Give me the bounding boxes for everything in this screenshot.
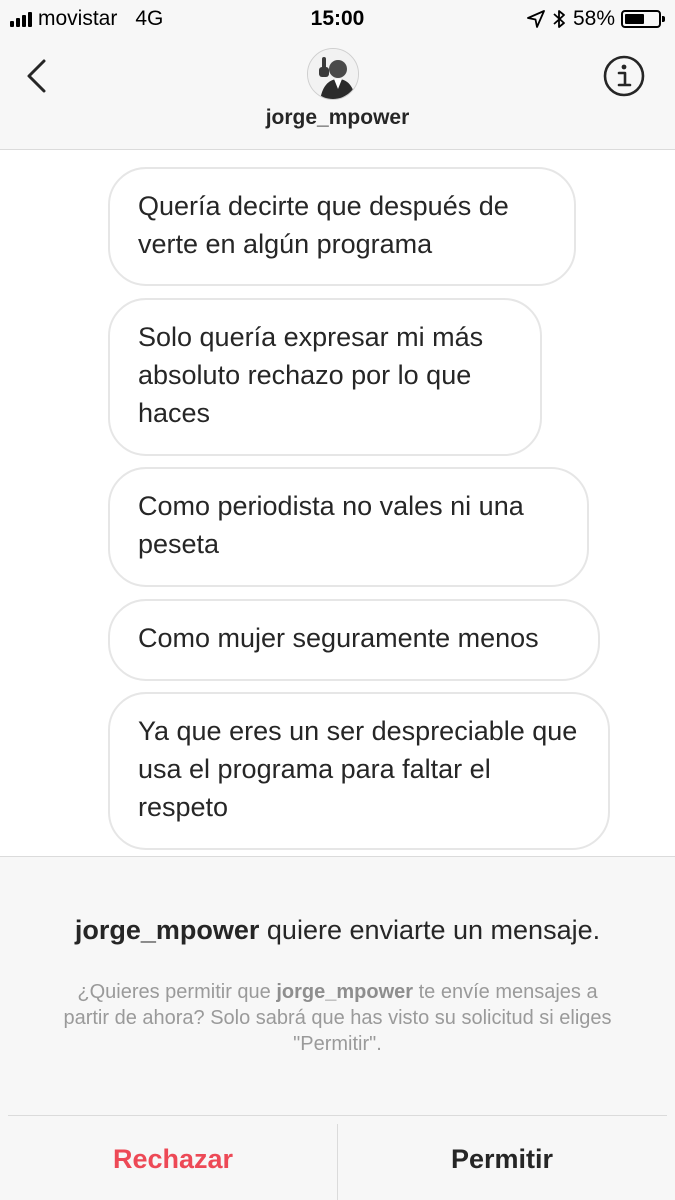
message-thread[interactable]: Quería decirte que después de verte en a… — [0, 150, 675, 856]
status-bar: movistar 4G 15:00 58% — [0, 0, 675, 40]
bluetooth-icon — [553, 9, 565, 29]
header-username[interactable]: jorge_mpower — [0, 106, 675, 130]
conversation-header: jorge_mpower — [0, 40, 675, 150]
info-button[interactable] — [602, 54, 646, 98]
back-chevron-icon — [27, 59, 46, 93]
message-bubble: Como mujer seguramente menos — [108, 599, 600, 681]
request-title: jorge_mpower quiere enviarte un mensaje. — [0, 915, 675, 946]
message-request-panel: jorge_mpower quiere enviarte un mensaje.… — [0, 856, 675, 1200]
back-button[interactable] — [20, 56, 56, 96]
message-bubble: Como periodista no vales ni una peseta — [108, 467, 589, 587]
request-desc-username: jorge_mpower — [276, 981, 414, 1003]
request-desc-prefix: ¿Quieres permitir que — [77, 981, 277, 1003]
request-description: ¿Quieres permitir que jorge_mpower te en… — [60, 979, 615, 1057]
avatar[interactable] — [307, 48, 359, 100]
allow-button[interactable]: Permitir — [337, 1116, 667, 1200]
request-title-text: quiere enviarte un mensaje. — [259, 915, 601, 945]
request-actions: Rechazar Permitir — [8, 1115, 667, 1200]
reject-button[interactable]: Rechazar — [8, 1116, 338, 1200]
info-icon — [603, 55, 645, 97]
message-bubble: Solo quería expresar mi más absoluto rec… — [108, 298, 542, 456]
location-arrow-icon — [527, 10, 545, 28]
message-bubble: Ya que eres un ser despreciable que usa … — [108, 692, 610, 850]
battery-percent: 58% — [572, 7, 615, 30]
request-title-username: jorge_mpower — [74, 915, 260, 945]
battery-icon — [621, 10, 665, 28]
status-right: 58% — [527, 7, 665, 31]
screen: movistar 4G 15:00 58% jorge_mpower Querí… — [0, 0, 675, 1200]
battery-level — [625, 14, 644, 24]
message-bubble: Quería decirte que después de verte en a… — [108, 167, 576, 286]
